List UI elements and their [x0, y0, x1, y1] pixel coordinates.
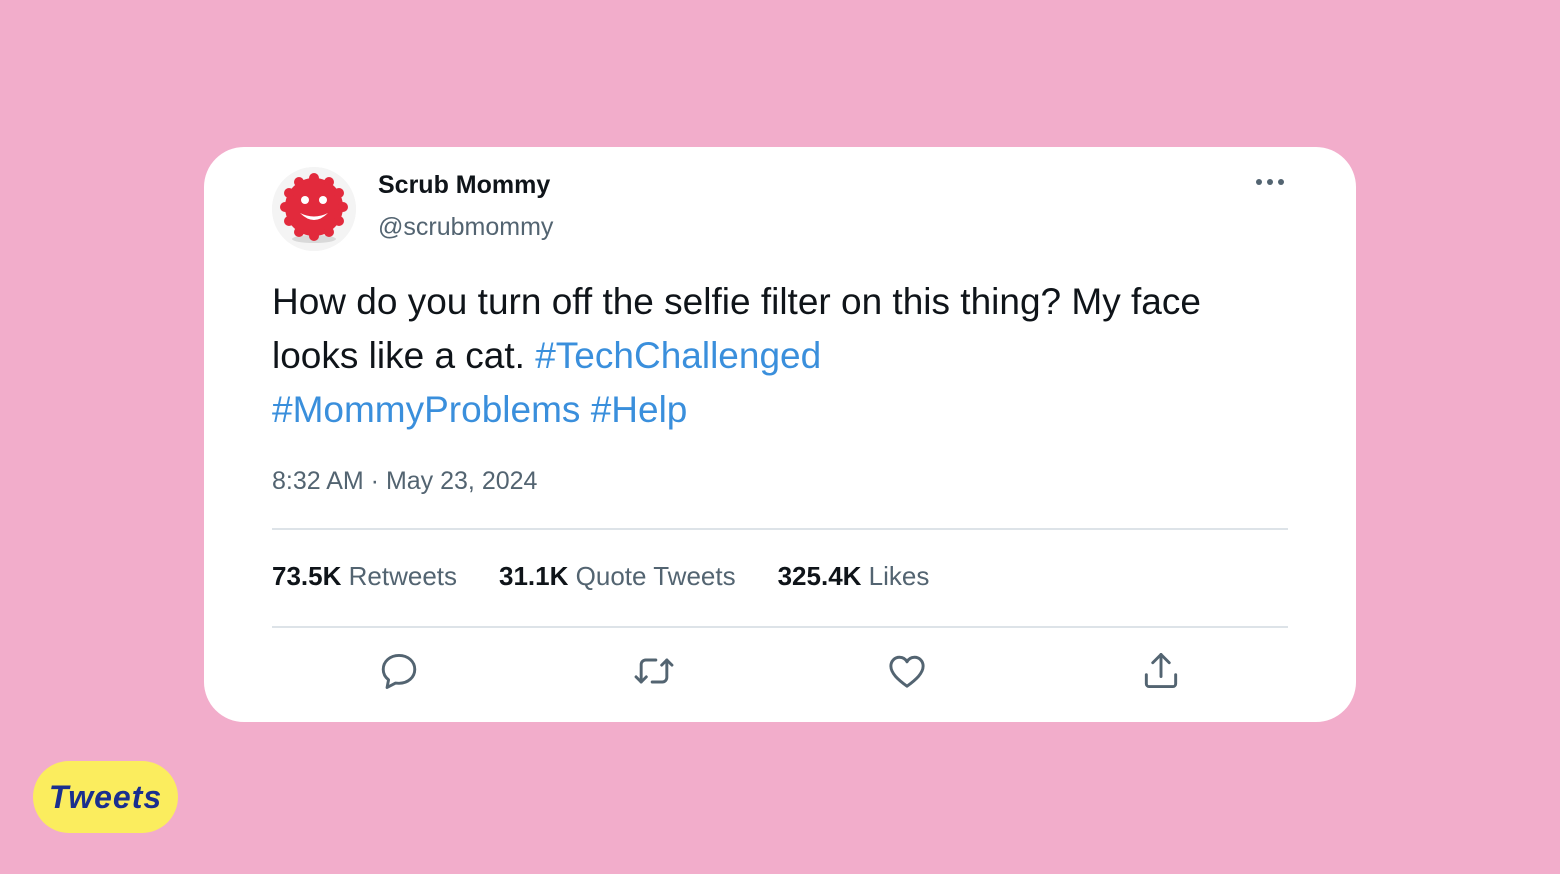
quote-tweets-stat[interactable]: 31.1K Quote Tweets — [499, 561, 736, 592]
divider — [272, 528, 1288, 530]
author-name[interactable]: Scrub Mommy — [378, 171, 550, 200]
divider — [272, 626, 1288, 628]
author-handle[interactable]: @scrubmommy — [378, 213, 553, 242]
hashtag-link[interactable]: #MommyProblems — [272, 389, 580, 430]
quote-tweets-label: Quote Tweets — [575, 561, 736, 591]
tweet-card: Scrub Mommy @scrubmommy How do you turn … — [204, 147, 1356, 722]
tweet-timestamp[interactable]: 8:32 AM · May 23, 2024 — [272, 467, 537, 496]
smiley-sponge-icon — [272, 167, 356, 251]
reply-button[interactable] — [377, 649, 421, 693]
reply-icon — [381, 653, 417, 689]
share-button[interactable] — [1139, 649, 1183, 693]
likes-stat[interactable]: 325.4K Likes — [778, 561, 930, 592]
avatar[interactable] — [272, 167, 356, 251]
share-icon — [1144, 653, 1178, 689]
retweets-stat[interactable]: 73.5K Retweets — [272, 561, 457, 592]
more-options-button[interactable] — [1250, 169, 1290, 195]
quote-tweets-count: 31.1K — [499, 561, 569, 591]
retweets-count: 73.5K — [272, 561, 342, 591]
hashtag-link[interactable]: #TechChallenged — [535, 335, 821, 376]
retweet-button[interactable] — [632, 649, 676, 693]
retweets-label: Retweets — [348, 561, 458, 591]
more-options-icon — [1256, 179, 1284, 185]
tweet-stats: 73.5K Retweets 31.1K Quote Tweets 325.4K… — [272, 561, 929, 592]
likes-label: Likes — [868, 561, 930, 591]
tweets-badge: Tweets — [33, 761, 178, 833]
likes-count: 325.4K — [777, 561, 862, 591]
retweet-icon — [634, 658, 674, 684]
hashtag-link[interactable]: #Help — [591, 389, 688, 430]
like-button[interactable] — [885, 649, 929, 693]
tweet-text: How do you turn off the selfie filter on… — [272, 275, 1272, 437]
heart-icon — [889, 655, 925, 688]
